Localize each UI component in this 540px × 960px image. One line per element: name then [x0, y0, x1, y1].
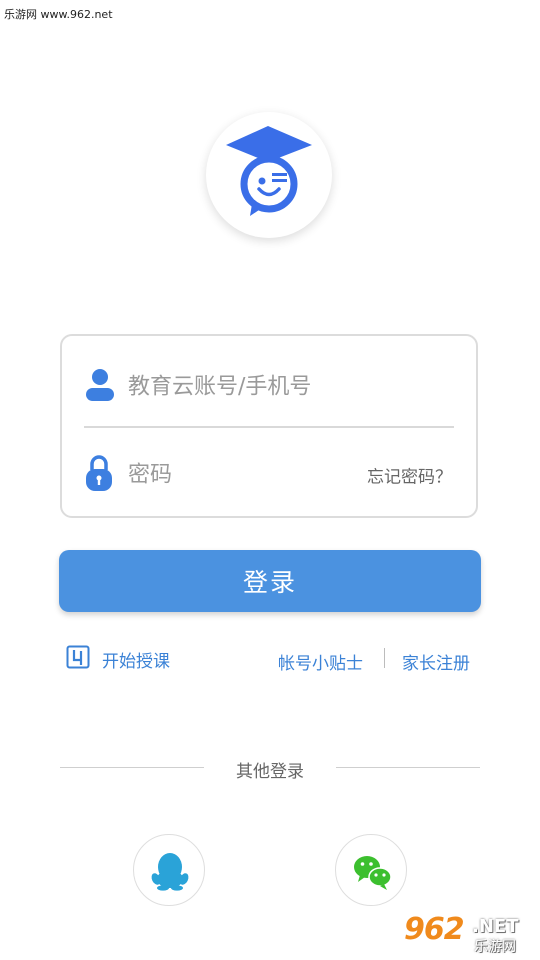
login-form: 忘记密码？: [60, 334, 478, 518]
forgot-password-link[interactable]: 忘记密码？: [367, 463, 452, 488]
account-tips-link[interactable]: 帐号小贴士: [278, 649, 363, 674]
divider-right: [336, 767, 480, 768]
watermark-suffix: .NET: [472, 916, 519, 937]
link-divider: [384, 648, 385, 668]
watermark-cn: 乐游网: [474, 939, 516, 955]
corner-watermark-logo: 962 .NET 乐游网: [402, 912, 536, 956]
app-logo: [206, 112, 332, 238]
qq-penguin-icon: [151, 853, 189, 891]
wechat-icon: [354, 856, 392, 890]
watermark-number: 962: [404, 912, 465, 947]
login-button[interactable]: 登录: [59, 550, 481, 612]
password-row: 忘记密码？: [84, 440, 454, 510]
parent-register-link[interactable]: 家长注册: [402, 649, 470, 674]
wechat-login-button[interactable]: [335, 834, 407, 906]
password-input[interactable]: [128, 462, 328, 488]
username-input[interactable]: [128, 374, 428, 400]
start-teaching-icon: [66, 645, 90, 673]
lock-icon: [84, 454, 114, 496]
start-teaching-label: 开始授课: [102, 651, 170, 672]
qq-login-button[interactable]: [133, 834, 205, 906]
divider-left: [60, 767, 204, 768]
graduation-cap-chat-icon: [226, 126, 312, 216]
other-login-title: 其他登录: [236, 762, 304, 782]
links-row: 开始授课 帐号小贴士 家长注册: [66, 645, 476, 675]
start-teaching-link[interactable]: 开始授课: [66, 645, 170, 673]
username-row: [84, 348, 454, 428]
watermark-text: 乐游网 www.962.net: [4, 8, 113, 21]
user-icon: [84, 368, 116, 406]
